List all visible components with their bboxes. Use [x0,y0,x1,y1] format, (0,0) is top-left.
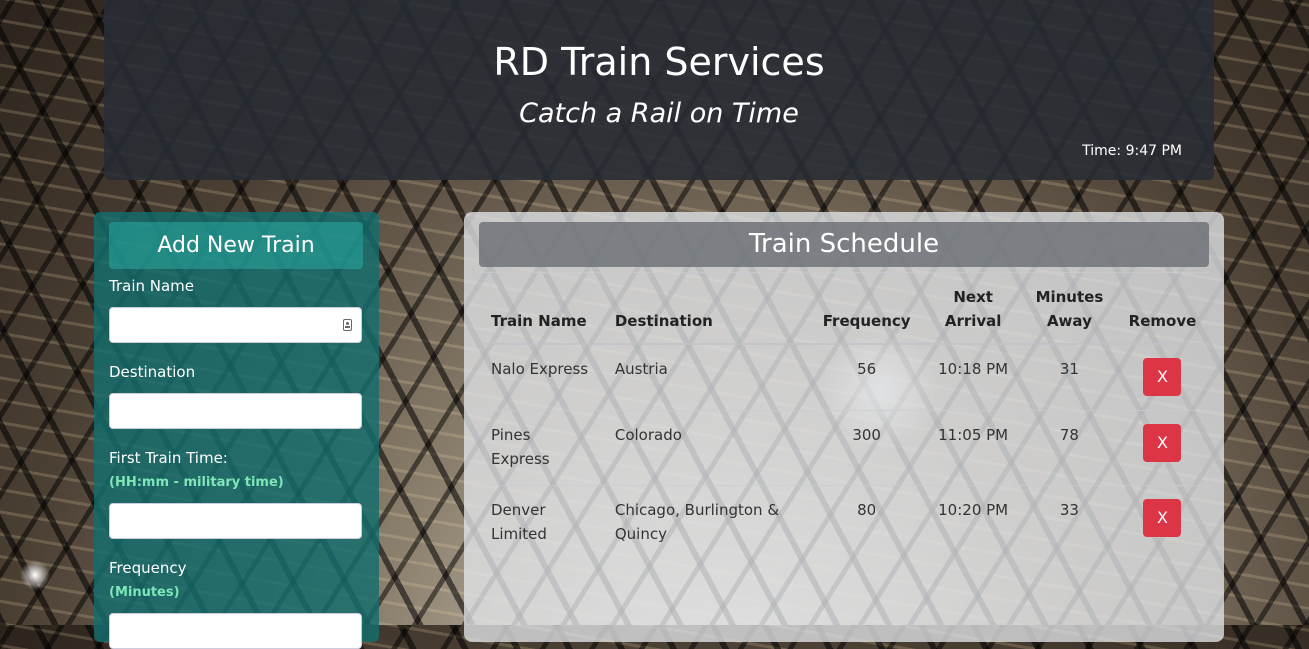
first-train-time-label: First Train Time: [109,449,228,467]
remove-train-button[interactable]: X [1143,424,1182,462]
current-time: Time: 9:47 PM [1082,143,1182,159]
frequency-input[interactable] [109,613,362,649]
frequency-cell: 80 [809,485,924,560]
destination-cell: Chicago, Burlington & Quincy [602,485,810,560]
next-arrival-cell: 10:18 PM [923,343,1023,411]
next-arrival-cell: 11:05 PM [923,410,1023,486]
remove-train-button[interactable]: X [1143,358,1182,396]
column-header-minutes-away: Minutes Away [1022,272,1116,345]
light-glow [20,560,50,590]
first-train-time-input[interactable] [109,503,362,539]
next-arrival-cell: 10:20 PM [923,485,1023,560]
table-header-row: Train Name Destination Frequency Next Ar… [479,272,1209,345]
column-header-frequency: Frequency [809,272,924,345]
train-name-input[interactable] [109,307,362,343]
column-header-remove: Remove [1115,272,1209,345]
train-schedule-panel: Train Schedule Train Name Destination Fr… [464,212,1224,642]
contact-card-icon[interactable] [343,319,352,331]
table-row: Denver Limited Chicago, Burlington & Qui… [479,485,1209,560]
page-subtitle: Catch a Rail on Time [519,98,799,129]
page-header: RD Train Services Catch a Rail on Time T… [104,0,1214,180]
destination-label: Destination [109,363,196,381]
column-header-train-name: Train Name [479,272,603,345]
frequency-hint: (Minutes) [109,585,180,600]
train-schedule-title: Train Schedule [479,222,1209,267]
add-train-panel: Add New Train Train Name Destination Fir… [94,212,379,649]
minutes-away-cell: 78 [1022,410,1116,486]
frequency-label: Frequency [109,559,187,577]
add-train-title: Add New Train [109,222,363,269]
table-row: Nalo Express Austria 56 10:18 PM 31 X [479,343,1209,411]
remove-train-button[interactable]: X [1143,499,1182,537]
frequency-cell: 300 [809,410,924,486]
column-header-destination: Destination [602,272,810,345]
train-name-cell: Nalo Express [479,343,603,411]
table-row: Pines Express Colorado 300 11:05 PM 78 X [479,410,1209,486]
remove-cell: X [1115,410,1209,486]
remove-cell: X [1115,485,1209,560]
train-name-label: Train Name [109,277,195,295]
frequency-cell: 56 [809,343,924,411]
destination-cell: Austria [602,343,810,411]
train-schedule-table: Train Name Destination Frequency Next Ar… [479,272,1209,560]
remove-cell: X [1115,343,1209,411]
page-title: RD Train Services [493,40,825,84]
minutes-away-cell: 33 [1022,485,1116,560]
train-name-cell: Denver Limited [479,485,603,560]
first-train-time-hint: (HH:mm - military time) [109,475,284,490]
minutes-away-cell: 31 [1022,343,1116,411]
destination-input[interactable] [109,393,362,429]
column-header-next-arrival: Next Arrival [923,272,1023,345]
destination-cell: Colorado [602,410,810,486]
train-name-cell: Pines Express [479,410,603,486]
